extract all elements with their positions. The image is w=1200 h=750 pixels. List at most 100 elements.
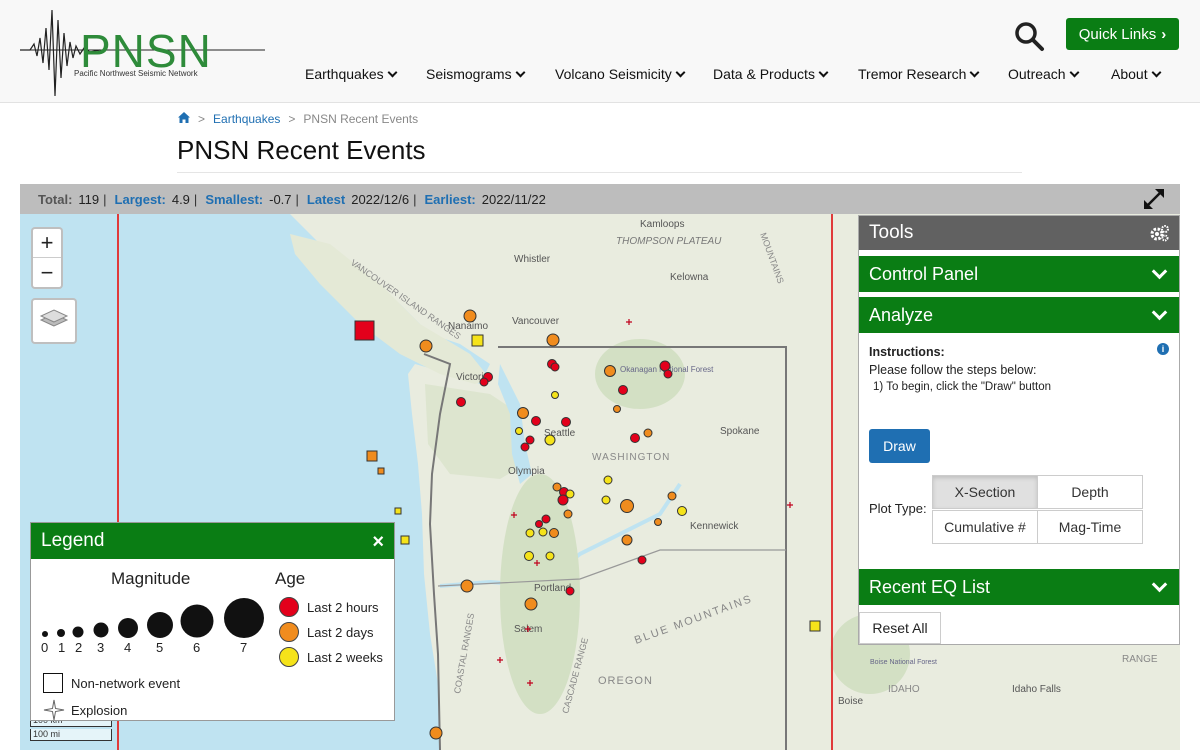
label-spokane: Spokane: [720, 426, 760, 437]
nav-about[interactable]: About: [1111, 66, 1162, 82]
tools-header: Tools: [859, 216, 1179, 250]
analyze-body: Instructions: i Please follow the steps …: [859, 333, 1179, 565]
tools-panel: Tools Control Panel Analyze Instructions…: [858, 215, 1180, 645]
control-panel-header[interactable]: Control Panel: [859, 256, 1179, 292]
smallest-label: Smallest:: [205, 191, 264, 207]
nav-outreach[interactable]: Outreach: [1008, 66, 1080, 82]
stats-separator: |: [295, 191, 299, 207]
cumulative-button[interactable]: Cumulative #: [932, 510, 1038, 544]
quake-marker: [525, 435, 535, 445]
label-vancouver: Vancouver: [512, 316, 560, 327]
label-oregon: OREGON: [598, 675, 653, 687]
nav-volcano-seismicity[interactable]: Volcano Seismicity: [555, 66, 686, 82]
mag-label: 7: [240, 640, 248, 655]
analyze-title: Analyze: [869, 304, 934, 325]
quake-marker: [520, 442, 530, 452]
pnsn-logo[interactable]: PNSN Pacific Northwest Seismic Network: [20, 8, 270, 98]
chevron-down-icon: [515, 67, 526, 77]
age-label: Last 2 weeks: [307, 649, 383, 665]
largest-label: Largest:: [114, 191, 166, 207]
quake-marker: [524, 551, 534, 561]
breadcrumb-earthquakes-link[interactable]: Earthquakes: [213, 112, 280, 126]
quake-marker: [524, 597, 538, 611]
smallest-value: -0.7: [269, 191, 292, 207]
label-portland: Portland: [534, 583, 571, 594]
quake-marker: [544, 434, 556, 446]
zoom-out-button[interactable]: −: [33, 258, 61, 287]
info-icon[interactable]: i: [1157, 343, 1169, 355]
quake-marker: [463, 309, 477, 323]
nav-seismograms[interactable]: Seismograms: [426, 66, 526, 82]
mag-dot: [72, 626, 84, 638]
label-thompson-plateau: THOMPSON PLATEAU: [616, 236, 722, 247]
mag-label: 4: [124, 640, 132, 655]
mag-dot: [42, 631, 48, 637]
quake-marker: [565, 586, 575, 596]
quake-marker: [429, 726, 443, 740]
label-boise-nf: Boise National Forest: [870, 659, 937, 666]
draw-button[interactable]: Draw: [869, 429, 930, 463]
quick-links-button[interactable]: Quick Links ›: [1066, 18, 1179, 50]
scale-mi: 100 mi: [30, 729, 112, 741]
non-network-legend: Non-network event: [43, 673, 180, 693]
quake-marker: [663, 369, 673, 379]
breadcrumb: > Earthquakes > PNSN Recent Events: [178, 112, 418, 126]
label-washington: WASHINGTON: [592, 452, 670, 463]
stats-separator: |: [103, 191, 107, 207]
reset-all-button[interactable]: Reset All: [859, 612, 941, 644]
nav-label: Outreach: [1008, 66, 1066, 82]
age-last-2-weeks: Last 2 weeks: [279, 647, 383, 667]
chevron-right-icon: ›: [1161, 25, 1167, 43]
breadcrumb-separator: >: [198, 112, 206, 126]
zoom-in-button[interactable]: +: [33, 229, 61, 258]
nav-label: Earthquakes: [305, 66, 384, 82]
quake-marker: [654, 518, 662, 526]
nav-label: Tremor Research: [858, 66, 967, 82]
legend-header: Legend ×: [31, 523, 394, 559]
nav-data-products[interactable]: Data & Products: [713, 66, 829, 82]
chevron-down-icon: [1151, 576, 1168, 593]
chevron-down-icon: [675, 67, 686, 77]
legend-title: Legend: [41, 530, 105, 551]
magnitude-scale: [42, 598, 264, 638]
age-label: Last 2 hours: [307, 599, 379, 615]
fullscreen-expand-icon[interactable]: [1142, 187, 1166, 211]
legend-panel: Legend × Magnitude Age 0 1 2 3 4 5 6 7 L…: [30, 522, 395, 721]
mag-label: 2: [75, 640, 83, 655]
close-icon[interactable]: ×: [372, 531, 384, 554]
x-section-button[interactable]: X-Section: [932, 475, 1038, 509]
non-network-event-marker: [394, 507, 402, 515]
nav-tremor-research[interactable]: Tremor Research: [858, 66, 980, 82]
label-kennewick: Kennewick: [690, 521, 739, 532]
search-icon[interactable]: [1013, 20, 1045, 52]
chevron-down-icon: [969, 67, 980, 77]
quake-marker: [618, 385, 628, 395]
page-title: PNSN Recent Events: [177, 135, 426, 165]
age-label: Last 2 days: [307, 624, 374, 640]
age-title: Age: [275, 569, 306, 588]
analyze-header[interactable]: Analyze: [859, 297, 1179, 333]
recent-eq-list-header[interactable]: Recent EQ List: [859, 569, 1179, 605]
label-range: RANGE: [1122, 654, 1158, 665]
gears-icon[interactable]: [1149, 224, 1169, 242]
non-network-event-marker: [366, 450, 378, 462]
nav-earthquakes[interactable]: Earthquakes: [305, 66, 398, 82]
layers-icon: [39, 309, 69, 327]
depth-button[interactable]: Depth: [1037, 475, 1143, 509]
total-label: Total:: [38, 191, 73, 207]
mag-dot: [180, 604, 214, 638]
layers-button[interactable]: [31, 298, 77, 344]
breadcrumb-current: PNSN Recent Events: [303, 112, 419, 126]
home-icon[interactable]: [178, 112, 190, 126]
quake-marker: [531, 416, 541, 426]
chevron-down-icon: [818, 67, 829, 77]
quake-marker: [546, 333, 560, 347]
quake-marker: [550, 362, 560, 372]
mag-dot: [57, 629, 65, 637]
quake-marker: [563, 509, 573, 519]
quake-marker: [545, 551, 555, 561]
label-idaho-falls: Idaho Falls: [1012, 684, 1061, 695]
mag-dot: [147, 612, 173, 638]
total-value: 119: [78, 191, 100, 207]
mag-time-button[interactable]: Mag-Time: [1037, 510, 1143, 544]
